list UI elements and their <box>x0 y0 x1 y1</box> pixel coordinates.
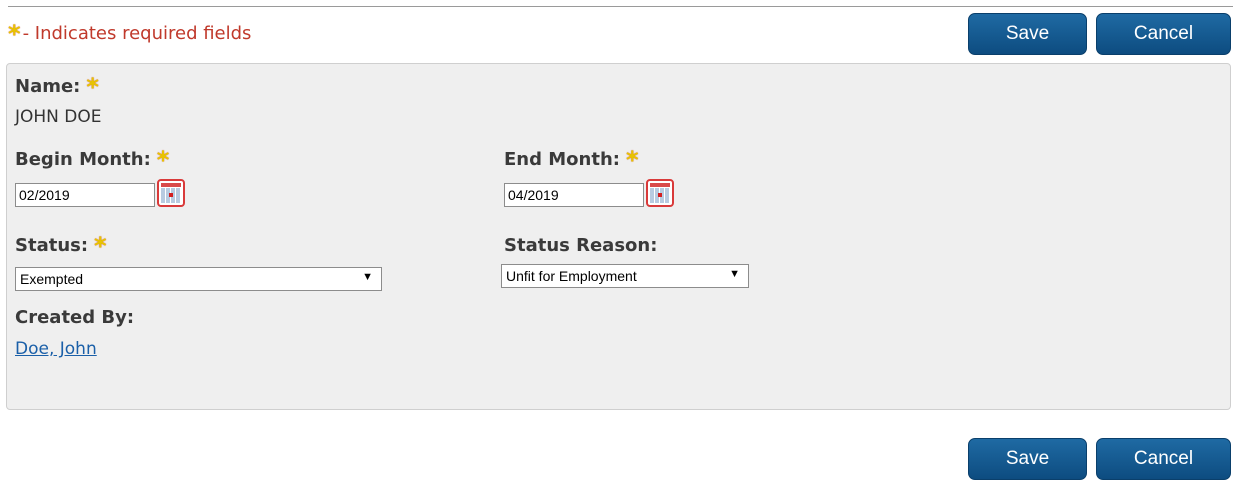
cancel-button-top[interactable]: Cancel <box>1096 13 1231 55</box>
name-label: Name: * <box>15 72 99 101</box>
required-asterisk-icon: * <box>94 231 107 260</box>
required-fields-text: - Indicates required fields <box>22 23 252 44</box>
form-panel: Name: * JOHN DOE Begin Month: * 02/2019 … <box>6 63 1231 410</box>
required-asterisk-icon: * <box>625 145 639 174</box>
status-reason-select[interactable]: Unfit for Employment ▼ <box>501 264 749 288</box>
status-reason-label: Status Reason: <box>504 235 658 256</box>
status-selected-value: Exempted <box>20 271 84 287</box>
begin-month-input[interactable]: 02/2019 <box>15 183 155 207</box>
required-fields-note: * - Indicates required fields <box>8 19 252 48</box>
name-value: JOHN DOE <box>15 107 102 127</box>
created-by-link[interactable]: Doe, John <box>15 339 97 359</box>
end-month-calendar-icon[interactable] <box>646 179 674 207</box>
required-asterisk-icon: * <box>156 145 170 174</box>
status-reason-selected-value: Unfit for Employment <box>506 268 637 284</box>
end-month-input[interactable]: 04/2019 <box>504 183 644 207</box>
save-button-top[interactable]: Save <box>968 13 1087 55</box>
top-divider <box>8 6 1233 7</box>
status-label: Status: * <box>15 231 107 260</box>
required-asterisk-icon: * <box>8 19 21 48</box>
begin-month-label: Begin Month: * <box>15 145 170 174</box>
chevron-down-icon: ▼ <box>362 271 373 283</box>
status-select[interactable]: Exempted ▼ <box>15 267 382 291</box>
end-month-label: End Month: * <box>504 145 639 174</box>
chevron-down-icon: ▼ <box>729 268 740 280</box>
begin-month-calendar-icon[interactable] <box>157 179 185 207</box>
created-by-label: Created By: <box>15 307 135 328</box>
required-asterisk-icon: * <box>86 72 99 101</box>
